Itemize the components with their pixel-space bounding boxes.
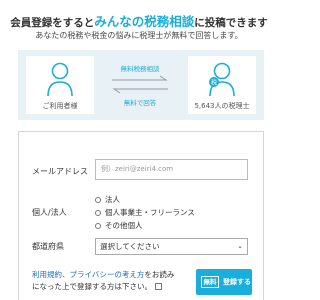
radio-icon (95, 223, 101, 229)
accountant-icon: 税 (209, 62, 235, 97)
radio-icon (95, 210, 101, 216)
arrow-left-icon (112, 88, 168, 94)
free-badge: 無料 (201, 276, 219, 288)
type-label: 個人/法人 (32, 208, 67, 217)
radio-sole-proprietor[interactable]: 個人事業主・フリーランス (95, 207, 195, 218)
headline: 会員登録をするとみんなの税務相談に投稿できます (0, 11, 278, 30)
terms-link[interactable]: 利用規約、プライバシーの考え方 (32, 270, 144, 279)
prefecture-label: 都道府県 (32, 242, 64, 251)
radio-icon (95, 197, 101, 203)
headline-pre: 会員登録をすると (10, 17, 95, 29)
accountant-caption: 5,643人の税理士 (194, 102, 250, 110)
register-button[interactable]: 無料 登録する (196, 269, 252, 295)
subline: あなたの税務や税金の悩みに税理士が無料で回答します。 (35, 31, 243, 40)
terms-text-1: をお読み (144, 270, 175, 279)
terms-text: 利用規約、プライバシーの考え方をお読みになった上で登録する方は下さい。 (32, 269, 192, 293)
arrow-right-icon (112, 75, 168, 81)
radio-other-individual[interactable]: その他個人 (95, 220, 143, 231)
user-icon (47, 62, 73, 97)
radio-corporation[interactable]: 法人 (95, 194, 120, 205)
terms-text-2: になった上で登録する方は下さい。 (32, 282, 152, 291)
email-field[interactable]: 例）zeiri@zeiri4.com (95, 159, 248, 180)
chevron-down-icon: ⌄ (237, 242, 243, 250)
registration-form: メールアドレス 例）zeiri@zeiri4.com 個人/法人 法人 個人事業… (18, 131, 264, 300)
accountant-badge-label: 税 (211, 79, 217, 87)
radio-label: 個人事業主・フリーランス (105, 208, 195, 217)
radio-label: その他個人 (105, 221, 143, 230)
email-label: メールアドレス (32, 167, 88, 176)
user-card: ご利用者様 (26, 56, 94, 114)
accountant-card: 税 5,643人の税理士 (188, 56, 256, 114)
radio-label: 法人 (105, 195, 120, 204)
flow-bottom-label: 無料で回答 (123, 99, 157, 107)
register-label: 登録する (223, 278, 251, 286)
user-caption: ご利用者様 (42, 102, 78, 110)
hero-panel: ご利用者様 無料税務相談 無料で回答 税 5,643人の税理士 (18, 50, 264, 120)
prefecture-value: 選択してください (100, 242, 160, 251)
headline-post: に投稿できます (194, 17, 268, 29)
headline-accent: みんなの税務相談 (94, 14, 195, 29)
prefecture-select[interactable]: 選択してください ⌄ (95, 238, 248, 255)
flow-top-label: 無料税務相談 (120, 65, 160, 73)
agree-checkbox[interactable] (155, 283, 162, 290)
